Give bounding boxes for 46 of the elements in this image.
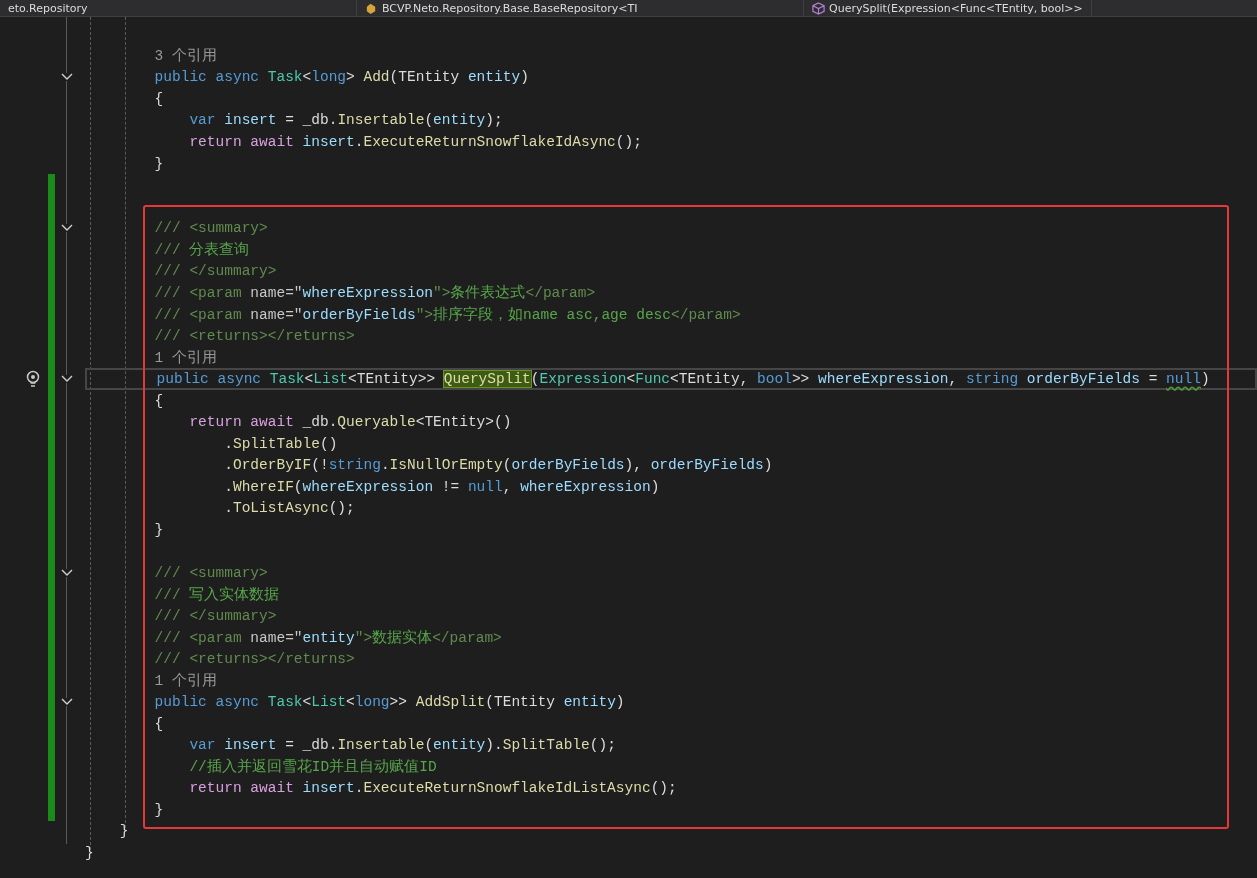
code-line: }: [153, 521, 164, 538]
code-line: return await _db.Queryable<TEntity>(): [188, 414, 512, 431]
code-line: .ToListAsync();: [223, 500, 355, 517]
code-line: }: [85, 845, 94, 861]
code-line: //插入并返回雪花ID并且自动赋值ID: [188, 757, 437, 777]
code-line: /// <param name="whereExpression">条件表达式</param>: [153, 283, 596, 303]
code-line: }: [153, 801, 164, 818]
code-line: return await insert.ExecuteReturnSnowflakeIdAsync();: [188, 133, 642, 150]
lightbulb-icon[interactable]: [25, 369, 41, 388]
collapse-icon[interactable]: [61, 568, 73, 577]
code-line: /// </summary>: [153, 608, 277, 624]
code-line: {: [153, 715, 164, 732]
code-line: /// 分表查询: [153, 240, 250, 260]
code-line: /// <returns></returns>: [153, 327, 355, 344]
code-line: /// <summary>: [153, 220, 268, 237]
code-line: }: [153, 155, 164, 172]
code-line: /// <param name="orderByFields">排序字段，如name asc,age desc</param>: [153, 305, 741, 324]
code-line: {: [153, 90, 164, 107]
navigation-dropdown[interactable]: QuerySplit(Expression<Func<TEntity, bool>>: [804, 0, 1092, 16]
code-line: {: [153, 392, 164, 409]
code-line: public async Task<List<long>> AddSplit(TEntity entity): [153, 694, 625, 711]
code-line: /// <returns></returns>: [153, 651, 355, 668]
reference-count[interactable]: 3 个引用: [85, 46, 217, 66]
code-line: /// <summary>: [153, 564, 268, 581]
code-line: var insert = _db.Insertable(entity).SplitTable();: [188, 737, 616, 754]
collapse-icon[interactable]: [61, 73, 73, 82]
cube-icon: [812, 1, 825, 15]
code-line: /// 写入实体数据: [153, 585, 280, 604]
collapse-icon[interactable]: [61, 224, 73, 233]
collapse-icon[interactable]: [61, 374, 73, 383]
code-line: /// </summary>: [153, 263, 277, 280]
navigation-dropdown[interactable]: eto.Repository: [0, 0, 357, 16]
class-icon: [365, 1, 378, 15]
code-line: return await insert.ExecuteReturnSnowflakeIdListAsync();: [188, 780, 677, 797]
code-line: .OrderByIF(!string.IsNullOrEmpty(orderByFields), orderByFields): [223, 457, 773, 474]
code-line: var insert = _db.Insertable(entity);: [188, 112, 503, 129]
navigation-dropdown[interactable]: BCVP.Neto.Repository.Base.BaseRepository<TI: [357, 0, 804, 16]
code-line: }: [118, 823, 129, 840]
reference-count[interactable]: 1 个引用: [85, 671, 217, 691]
code-line: public async Task<long> Add(TEntity entity): [153, 69, 529, 86]
code-line: .WhereIF(whereExpression != null, whereExpression): [223, 478, 660, 495]
collapse-icon[interactable]: [61, 698, 73, 707]
code-line: /// <param name="entity">数据实体</param>: [153, 628, 502, 648]
reference-count[interactable]: 1 个引用: [85, 347, 217, 367]
code-line: public async Task<List<TEntity>> QuerySplit(Expression<Func<TEntity, bool>> whereExpression, string orderByFields = null): [155, 370, 1210, 387]
code-line: .SplitTable(): [223, 435, 338, 452]
